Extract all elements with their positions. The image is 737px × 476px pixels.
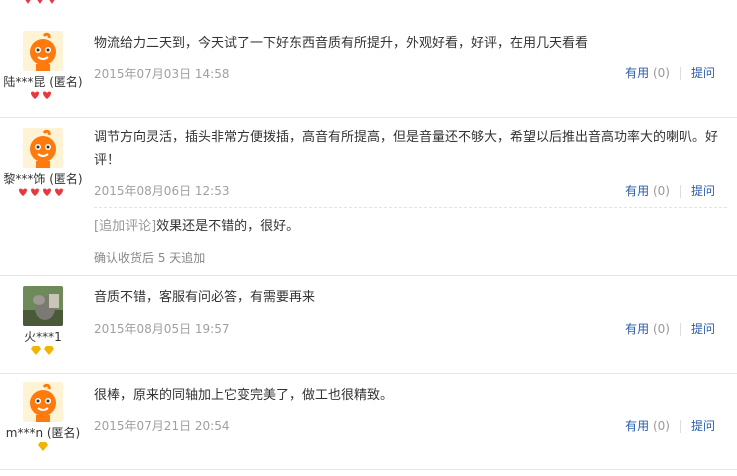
review-text: 调节方向灵活，插头非常方便拨插，高音有所提高，但是音量还不够大，希望以后推出音高… — [94, 130, 719, 168]
useful-button[interactable]: 有用 (0) — [625, 419, 670, 433]
username: 黎***饰 (匿名) — [3, 172, 83, 186]
avatar[interactable] — [23, 286, 63, 326]
reputation-badges — [0, 91, 86, 103]
reviewer-info: 火***1 — [0, 286, 86, 358]
diamond-badge-icon — [31, 346, 54, 355]
ask-button[interactable]: 提问 — [691, 419, 715, 433]
reviewer-info: 黎***饰 (匿名) — [0, 128, 86, 200]
reviewer-info: 陆***昆 (匿名) — [0, 31, 86, 103]
reputation-badges — [0, 442, 86, 454]
useful-count: (0) — [652, 66, 670, 80]
review-actions: 有用 (0) 提问 — [625, 182, 715, 199]
review-date: 2015年07月21日 20:54 — [94, 419, 230, 433]
review-actions: 有用 (0) 提问 — [625, 64, 715, 81]
review-text: 音质不错，客服有问必答，有需要再来 — [94, 290, 316, 305]
review-actions: 有用 (0) 提问 — [625, 417, 715, 434]
heart-badge-icon — [31, 91, 51, 99]
append-text: 效果还是不错的，很好。 — [156, 219, 300, 234]
useful-count: (0) — [652, 184, 670, 198]
divider — [679, 185, 681, 198]
review-date: 2015年07月03日 14:58 — [94, 67, 230, 81]
divider — [679, 67, 681, 80]
mascot-avatar-icon — [23, 382, 63, 422]
useful-count: (0) — [652, 419, 670, 433]
avatar[interactable] — [23, 382, 63, 422]
review-item: 火***1 音质不错，客服有问必答，有需要再来 2015年08月05日 19:5… — [0, 276, 737, 374]
review-text: 物流给力二天到，今天试了一下好东西音质有所提升，外观好看，好评，在用几天看看 — [94, 36, 589, 51]
useful-count: (0) — [652, 322, 670, 336]
ask-button[interactable]: 提问 — [691, 66, 715, 80]
dashed-divider — [94, 207, 727, 208]
useful-button[interactable]: 有用 (0) — [625, 66, 670, 80]
username: m***n (匿名) — [5, 426, 81, 440]
heart-badge-icon — [19, 188, 63, 196]
divider — [679, 420, 681, 433]
avatar[interactable] — [23, 31, 63, 71]
review-actions: 有用 (0) 提问 — [625, 320, 715, 337]
useful-button[interactable]: 有用 (0) — [625, 184, 670, 198]
reputation-badges — [0, 188, 86, 200]
review-item: m***n (匿名) 很棒，原来的同轴加上它变完美了，做工也很精致。 2015年… — [0, 374, 737, 470]
review-item: 黎***饰 (匿名) 调节方向灵活，插头非常方便拨插，高音有所提高，但是音量还不… — [0, 118, 737, 276]
append-note: 确认收货后 5 天追加 — [94, 251, 206, 265]
mascot-avatar-icon — [23, 31, 63, 71]
review-text: 很棒，原来的同轴加上它变完美了，做工也很精致。 — [94, 388, 394, 403]
ask-button[interactable]: 提问 — [691, 184, 715, 198]
username: 火***1 — [24, 330, 62, 344]
review-item: 陆***昆 (匿名) 物流给力二天到，今天试了一下好东西音质有所提升，外观好看，… — [0, 22, 737, 118]
reputation-badges — [0, 346, 86, 358]
useful-button[interactable]: 有用 (0) — [625, 322, 670, 336]
username: 陆***昆 (匿名) — [3, 75, 83, 89]
review-date: 2015年08月05日 19:57 — [94, 322, 230, 336]
diamond-badge-icon — [38, 442, 48, 451]
append-tag: [追加评论] — [94, 219, 157, 234]
heart-badge-icon — [25, 0, 55, 4]
previous-review-badges — [22, 0, 62, 7]
divider — [679, 323, 681, 336]
append-review: [追加评论]效果还是不错的，很好。 — [94, 215, 734, 238]
photo-avatar-icon — [23, 286, 63, 326]
reviewer-info: m***n (匿名) — [0, 382, 86, 454]
mascot-avatar-icon — [23, 128, 63, 168]
avatar[interactable] — [23, 128, 63, 168]
ask-button[interactable]: 提问 — [691, 322, 715, 336]
review-date: 2015年08月06日 12:53 — [94, 184, 230, 198]
